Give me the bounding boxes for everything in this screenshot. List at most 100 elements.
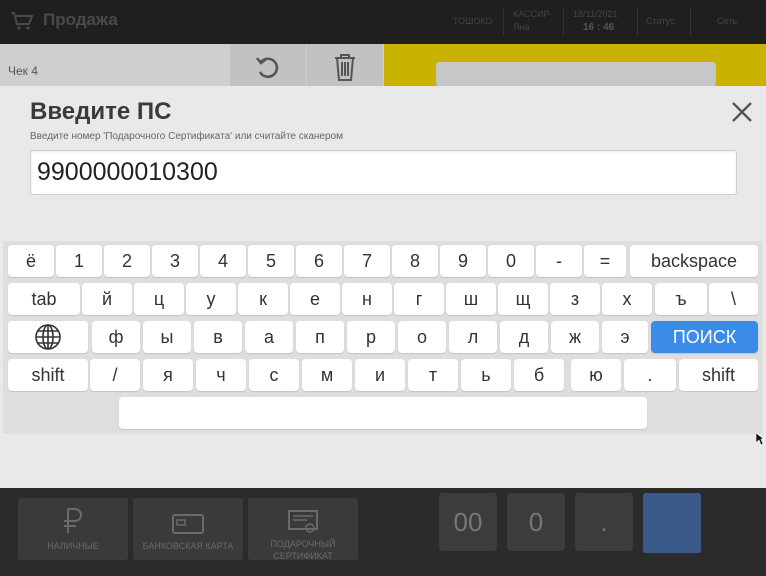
- globe-icon: [35, 324, 61, 350]
- trash-icon: [335, 54, 355, 81]
- key-yo[interactable]: ё: [8, 245, 54, 277]
- date-label: 18/11/2021: [573, 9, 618, 19]
- key-letter[interactable]: б: [514, 359, 564, 391]
- key-letter[interactable]: й: [82, 283, 132, 315]
- key-letter[interactable]: л: [449, 321, 497, 353]
- key-1[interactable]: 1: [56, 245, 102, 277]
- key-letter[interactable]: с: [249, 359, 299, 391]
- key-8[interactable]: 8: [392, 245, 438, 277]
- undo-button[interactable]: [230, 44, 306, 86]
- key-0[interactable]: 0: [488, 245, 534, 277]
- key-letter[interactable]: ж: [551, 321, 599, 353]
- cash-label: НАЛИЧНЫЕ: [47, 541, 99, 551]
- key-letter[interactable]: ы: [143, 321, 191, 353]
- cart-icon: [11, 12, 34, 30]
- cash-button[interactable]: НАЛИЧНЫЕ: [18, 498, 128, 560]
- network-button[interactable]: Сеть: [717, 16, 737, 26]
- key-letter[interactable]: о: [398, 321, 446, 353]
- total-panel: [384, 44, 766, 86]
- divider: [503, 8, 504, 36]
- key-letter[interactable]: я: [143, 359, 193, 391]
- delete-button[interactable]: [307, 44, 383, 86]
- onscreen-keyboard: ё 1 2 3 4 5 6 7 8 9 0 - = backspace tab …: [3, 241, 763, 434]
- key-3[interactable]: 3: [152, 245, 198, 277]
- key-slash[interactable]: /: [90, 359, 140, 391]
- top-bar: Продажа ТОШОКО КАССИР Яна 18/11/2021 16 …: [0, 0, 766, 44]
- key-backspace[interactable]: backspace: [630, 245, 758, 277]
- key-letter[interactable]: ф: [92, 321, 140, 353]
- key-letter[interactable]: ш: [446, 283, 496, 315]
- key-letter[interactable]: т: [408, 359, 458, 391]
- check-label: Чек 4: [8, 64, 38, 78]
- key-2[interactable]: 2: [104, 245, 150, 277]
- certificate-icon: [288, 510, 318, 533]
- key-letter[interactable]: ч: [196, 359, 246, 391]
- mouse-cursor-icon: [755, 432, 765, 446]
- bank-card-label: БАНКОВСКАЯ КАРТА: [142, 541, 234, 551]
- key-letter[interactable]: ъ: [655, 283, 707, 315]
- ruble-icon: [64, 508, 82, 533]
- divider: [563, 8, 564, 36]
- dialog-subtitle: Введите номер 'Подарочного Сертификата' …: [30, 131, 343, 142]
- enter-button[interactable]: [643, 493, 701, 553]
- divider: [690, 8, 691, 36]
- divider: [637, 8, 638, 36]
- key-dot[interactable]: .: [575, 493, 633, 551]
- key-letter[interactable]: ь: [461, 359, 511, 391]
- gift-certificate-button[interactable]: ПОДАРОЧНЫЙ СЕРТИФИКАТ: [248, 498, 358, 561]
- certificate-number-input[interactable]: [30, 150, 737, 195]
- key-letter[interactable]: м: [302, 359, 352, 391]
- key-space[interactable]: [119, 397, 647, 429]
- key-minus[interactable]: -: [536, 245, 582, 277]
- check-row: Чек 4: [0, 44, 384, 86]
- key-letter[interactable]: ц: [134, 283, 184, 315]
- close-icon[interactable]: [730, 100, 754, 124]
- key-letter[interactable]: п: [296, 321, 344, 353]
- cashier-name: Яна: [513, 22, 530, 32]
- key-0[interactable]: 0: [507, 493, 565, 551]
- key-6[interactable]: 6: [296, 245, 342, 277]
- key-9[interactable]: 9: [440, 245, 486, 277]
- bank-card-button[interactable]: БАНКОВСКАЯ КАРТА: [133, 498, 243, 560]
- key-letter[interactable]: щ: [498, 283, 548, 315]
- time-label: 16 : 46: [583, 22, 615, 33]
- gift-certificate-label-2: СЕРТИФИКАТ: [273, 551, 333, 561]
- key-00[interactable]: 00: [439, 493, 497, 551]
- key-letter[interactable]: н: [342, 283, 392, 315]
- dialog-title: Введите ПС: [30, 98, 172, 125]
- key-letter[interactable]: к: [238, 283, 288, 315]
- gift-certificate-label-1: ПОДАРОЧНЫЙ: [270, 539, 336, 549]
- shop-name: ТОШОКО: [453, 16, 493, 26]
- gift-certificate-dialog: Введите ПС Введите номер 'Подарочного Се…: [0, 86, 766, 488]
- key-5[interactable]: 5: [248, 245, 294, 277]
- key-backslash[interactable]: \: [709, 283, 758, 315]
- key-equals[interactable]: =: [584, 245, 626, 277]
- card-icon: [172, 514, 204, 534]
- key-letter[interactable]: з: [550, 283, 600, 315]
- total-display: [436, 62, 716, 86]
- key-letter[interactable]: у: [186, 283, 236, 315]
- key-letter[interactable]: е: [290, 283, 340, 315]
- cashier-label: КАССИР: [513, 9, 550, 19]
- key-letter[interactable]: э: [602, 321, 648, 353]
- key-letter[interactable]: х: [602, 283, 652, 315]
- payment-area: НАЛИЧНЫЕ БАНКОВСКАЯ КАРТА ПОДАРОЧНЫЙ СЕР…: [0, 488, 766, 576]
- key-language[interactable]: [8, 321, 88, 353]
- key-4[interactable]: 4: [200, 245, 246, 277]
- key-letter[interactable]: в: [194, 321, 242, 353]
- key-letter[interactable]: а: [245, 321, 293, 353]
- key-letter[interactable]: и: [355, 359, 405, 391]
- search-button[interactable]: ПОИСК: [651, 321, 758, 353]
- page-title: Продажа: [43, 10, 118, 29]
- undo-icon: [255, 57, 279, 79]
- key-letter[interactable]: д: [500, 321, 548, 353]
- key-letter[interactable]: р: [347, 321, 395, 353]
- key-shift-left[interactable]: shift: [8, 359, 88, 391]
- status-button[interactable]: Статус: [646, 16, 674, 26]
- key-dot[interactable]: .: [624, 359, 676, 391]
- key-tab[interactable]: tab: [8, 283, 80, 315]
- key-shift-right[interactable]: shift: [679, 359, 758, 391]
- key-letter[interactable]: г: [394, 283, 444, 315]
- key-7[interactable]: 7: [344, 245, 390, 277]
- key-letter[interactable]: ю: [571, 359, 621, 391]
